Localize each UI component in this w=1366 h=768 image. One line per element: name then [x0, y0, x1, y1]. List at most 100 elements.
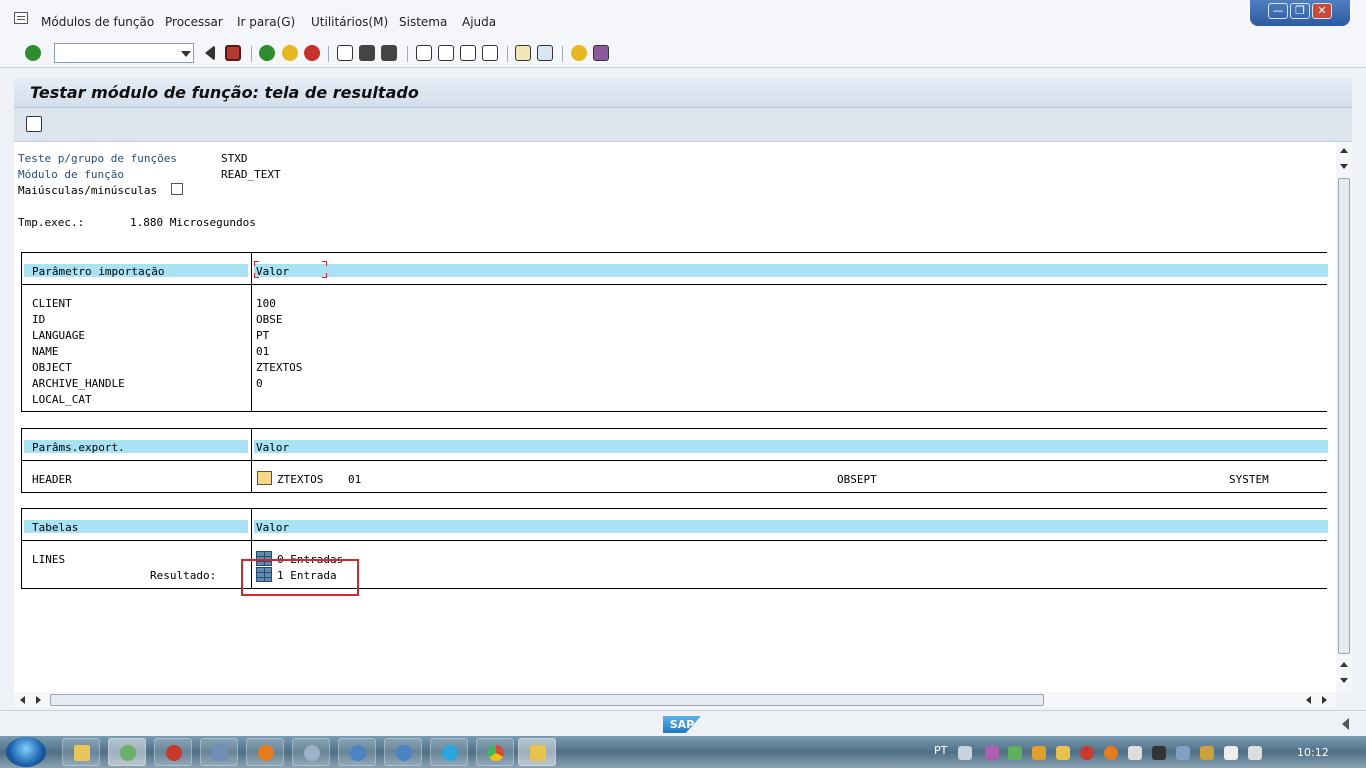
param-value: 0 [256, 377, 263, 390]
music-icon [350, 745, 366, 761]
scroll-right-icon[interactable] [1322, 696, 1327, 704]
tray-app-icon[interactable] [1200, 746, 1214, 760]
table-param-name: LINES [32, 553, 66, 566]
layout-icon[interactable] [593, 45, 609, 61]
horizontal-scrollbar[interactable] [14, 692, 1336, 708]
tray-app-icon[interactable] [1152, 746, 1166, 760]
result-screen: Teste p/grupo de funções STXD Módulo de … [14, 142, 1336, 692]
menu-ir-para[interactable]: Ir para(G) [237, 15, 295, 29]
users-icon [120, 745, 136, 761]
vertical-scroll-thumb[interactable] [1338, 178, 1350, 654]
close-button[interactable]: ✕ [1312, 3, 1332, 19]
scroll-right-icon[interactable] [36, 696, 41, 704]
tray-app-icon[interactable] [1056, 746, 1070, 760]
scroll-down-icon[interactable] [1340, 678, 1348, 683]
column-divider [251, 253, 252, 411]
taskbar-app-paint[interactable] [292, 738, 330, 766]
back-icon[interactable] [259, 45, 275, 61]
shortcut-icon[interactable] [537, 45, 553, 61]
find-next-icon[interactable] [381, 45, 397, 61]
back-arrow-icon[interactable] [205, 45, 215, 61]
cancel-icon[interactable] [304, 45, 320, 61]
clock[interactable]: 10:12 [1297, 746, 1329, 759]
enter-icon[interactable] [25, 45, 41, 61]
structure-icon[interactable] [257, 471, 272, 485]
test-group-value: STXD [221, 152, 248, 165]
taskbar-skype[interactable] [430, 738, 468, 766]
taskbar-explorer[interactable] [62, 738, 100, 766]
taskbar: PT 10:12 [0, 736, 1366, 768]
keyboard-icon[interactable] [958, 746, 972, 760]
first-page-icon[interactable] [416, 45, 432, 61]
shield-icon[interactable] [1008, 746, 1022, 760]
scroll-up-icon[interactable] [1340, 662, 1348, 667]
save-icon[interactable] [225, 45, 241, 61]
taskbar-app-orange[interactable] [246, 738, 284, 766]
taskbar-itunes[interactable] [338, 738, 376, 766]
exit-icon[interactable] [282, 45, 298, 61]
new-session-icon[interactable] [515, 45, 531, 61]
taskbar-chrome[interactable] [476, 738, 514, 766]
status-collapse-icon[interactable] [1342, 718, 1349, 730]
row-divider [22, 284, 1327, 285]
taskbar-app-box[interactable] [200, 738, 238, 766]
start-button[interactable] [6, 737, 46, 767]
export-value-id: OBSEPT [837, 473, 877, 486]
param-name: CLIENT [32, 297, 72, 310]
vertical-scrollbar[interactable] [1336, 142, 1352, 692]
taskbar-users[interactable] [108, 738, 146, 766]
tray-app-icon[interactable] [1080, 746, 1094, 760]
tray-app-icon[interactable] [985, 746, 999, 760]
param-value: 01 [256, 345, 270, 358]
menu-modulos-funcao[interactable]: Módulos de função [41, 15, 154, 29]
menu-processar[interactable]: Processar [165, 15, 223, 29]
scroll-down-icon[interactable] [1340, 164, 1348, 169]
menu-ajuda[interactable]: Ajuda [462, 15, 496, 29]
header-band [254, 440, 1328, 453]
focus-marker [254, 273, 259, 278]
case-sensitive-checkbox[interactable] [171, 183, 183, 195]
volume-icon[interactable] [1248, 746, 1262, 760]
minimize-button[interactable]: — [1268, 3, 1288, 19]
prev-page-icon[interactable] [438, 45, 454, 61]
paint-icon [304, 745, 320, 761]
taskbar-app-red[interactable] [154, 738, 192, 766]
toolbar-separator [251, 46, 252, 62]
menu-options-icon[interactable] [14, 12, 28, 24]
tray-app-icon[interactable] [1104, 746, 1118, 760]
command-field[interactable] [54, 43, 194, 63]
export-value-header: Valor [256, 441, 290, 454]
export-value-user: SYSTEM [1229, 473, 1269, 486]
menu-utilitarios[interactable]: Utilitários(M) [311, 15, 388, 29]
focus-marker [322, 273, 327, 278]
restore-button[interactable]: ❐ [1290, 3, 1310, 19]
last-page-icon[interactable] [482, 45, 498, 61]
tables-header: Tabelas [32, 521, 79, 534]
test-group-label: Teste p/grupo de funções [18, 152, 177, 165]
next-page-icon[interactable] [460, 45, 476, 61]
folder-icon [74, 745, 90, 761]
taskbar-sap[interactable] [518, 738, 556, 766]
help-icon[interactable] [571, 45, 587, 61]
toolbar-separator [507, 46, 508, 62]
chevron-down-icon[interactable] [181, 51, 191, 57]
tray-app-icon[interactable] [1128, 746, 1142, 760]
print-icon[interactable] [337, 45, 353, 61]
debugging-icon[interactable] [26, 116, 42, 132]
tray-app-icon[interactable] [1032, 746, 1046, 760]
horizontal-scroll-thumb[interactable] [50, 694, 1044, 706]
scroll-up-icon[interactable] [1340, 148, 1348, 153]
find-icon[interactable] [359, 45, 375, 61]
focus-marker [322, 261, 327, 266]
import-params-table: Parâmetro importação Valor CLIENT 100 ID… [21, 252, 1328, 412]
menu-sistema[interactable]: Sistema [399, 15, 447, 29]
scroll-left-icon[interactable] [20, 696, 25, 704]
param-name: LANGUAGE [32, 329, 85, 342]
usb-icon[interactable] [1224, 746, 1238, 760]
tables-table: Tabelas Valor LINES Resultado: 0 Entrada… [21, 508, 1328, 589]
orange-app-icon [258, 745, 274, 761]
taskbar-itunes-2[interactable] [384, 738, 422, 766]
language-indicator[interactable]: PT [934, 744, 947, 757]
network-icon[interactable] [1176, 746, 1190, 760]
scroll-left-icon[interactable] [1306, 696, 1311, 704]
